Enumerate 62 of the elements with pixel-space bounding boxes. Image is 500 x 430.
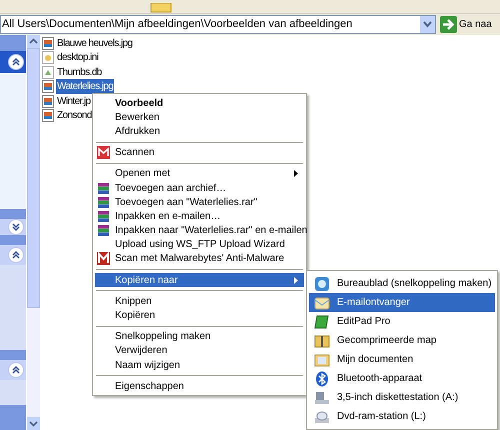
zip-folder-icon xyxy=(314,332,330,348)
scroll-up-icon[interactable] xyxy=(27,35,40,48)
file-name[interactable]: Zonsond xyxy=(56,108,93,124)
menu-item[interactable]: Openen met xyxy=(95,166,304,181)
menu-item[interactable]: Toevoegen aan "Waterlelies.rar" xyxy=(95,195,304,210)
menu-item[interactable]: Eigenschappen xyxy=(95,379,304,394)
menu-item[interactable]: Voorbeeld xyxy=(95,96,304,110)
books-icon xyxy=(97,196,110,209)
floppy-drive-icon xyxy=(314,390,330,406)
books-icon xyxy=(97,182,110,195)
menu-item[interactable]: Toevoegen aan archief… xyxy=(95,180,304,196)
collapse-icon[interactable] xyxy=(8,54,24,70)
scanner-icon xyxy=(97,146,110,160)
menu-item[interactable]: Gecomprimeerde map xyxy=(309,331,495,350)
menu-item[interactable]: Afdrukken xyxy=(95,124,304,139)
settings-file-icon xyxy=(42,51,54,64)
menu-item[interactable]: Upload using WS_FTP Upload Wizard xyxy=(95,238,304,252)
books-icon xyxy=(97,210,110,223)
desktop-shortcut-icon xyxy=(314,276,330,292)
image-file-icon xyxy=(42,109,54,122)
menu-item[interactable]: Snelkoppeling maken xyxy=(95,330,304,344)
menu-item[interactable]: Bluetooth-apparaat xyxy=(309,369,495,388)
collapse-icon[interactable] xyxy=(8,247,24,263)
go-arrow-icon xyxy=(440,16,457,33)
file-name[interactable]: Waterlelies.jpg xyxy=(56,79,114,94)
menu-item[interactable]: 3,5-inch diskettestation (A:) xyxy=(309,388,495,407)
malware-scanner-icon xyxy=(97,252,110,266)
menu-item[interactable]: Naam wijzigen xyxy=(95,358,304,372)
file-name[interactable]: Thumbs.db xyxy=(56,64,103,80)
scroll-thumb[interactable] xyxy=(27,48,40,308)
go-button[interactable]: Ga naa xyxy=(440,16,498,33)
file-name[interactable]: desktop.ini xyxy=(56,50,100,66)
file-name[interactable]: Blauwe heuvels.jpg xyxy=(56,36,134,51)
database-file-icon xyxy=(42,66,54,79)
menu-item[interactable]: Bewerken xyxy=(95,110,304,124)
scroll-down-icon[interactable] xyxy=(27,417,40,430)
menu-item[interactable]: Knippen xyxy=(95,294,304,308)
menu-item[interactable]: Mijn documenten xyxy=(309,350,495,369)
disc-drive-icon xyxy=(314,408,330,424)
menu-item[interactable]: Kopiëren xyxy=(95,308,304,323)
bluetooth-icon xyxy=(314,370,330,386)
image-file-icon xyxy=(42,94,54,108)
image-file-icon xyxy=(42,36,54,50)
file-name[interactable]: Winter.jp xyxy=(56,94,92,109)
menu-item[interactable]: Verwijderen xyxy=(95,344,304,358)
collapse-icon[interactable] xyxy=(8,362,24,378)
envelope-icon xyxy=(314,294,330,310)
menu-item[interactable]: Scan met Malwarebytes' Anti-Malware xyxy=(95,252,304,266)
menu-item[interactable]: Bureaublad (snelkoppeling maken) xyxy=(309,274,495,293)
menu-item[interactable]: EditPad Pro xyxy=(309,312,495,331)
scrollbar[interactable] xyxy=(27,35,40,430)
menu-item[interactable]: Dvd-ram-station (L:) xyxy=(309,407,495,426)
menu-item[interactable]: Inpakken en e-mailen… xyxy=(95,209,304,224)
menu-item[interactable]: E-mailontvanger xyxy=(309,293,495,312)
menu-item[interactable]: Kopiëren naar xyxy=(95,273,304,288)
expand-icon[interactable] xyxy=(8,219,24,235)
image-file-icon xyxy=(42,80,54,94)
menu-item[interactable]: Scannen xyxy=(95,146,304,160)
documents-folder-icon xyxy=(314,352,330,368)
books-icon xyxy=(97,224,110,238)
address-field[interactable]: All Users\Documenten\Mijn afbeeldingen\Voorbeelden van afbeeldingen xyxy=(0,15,436,34)
address-text: All Users\Documenten\Mijn afbeeldingen\Voorbeelden van afbeeldingen xyxy=(1,17,354,32)
